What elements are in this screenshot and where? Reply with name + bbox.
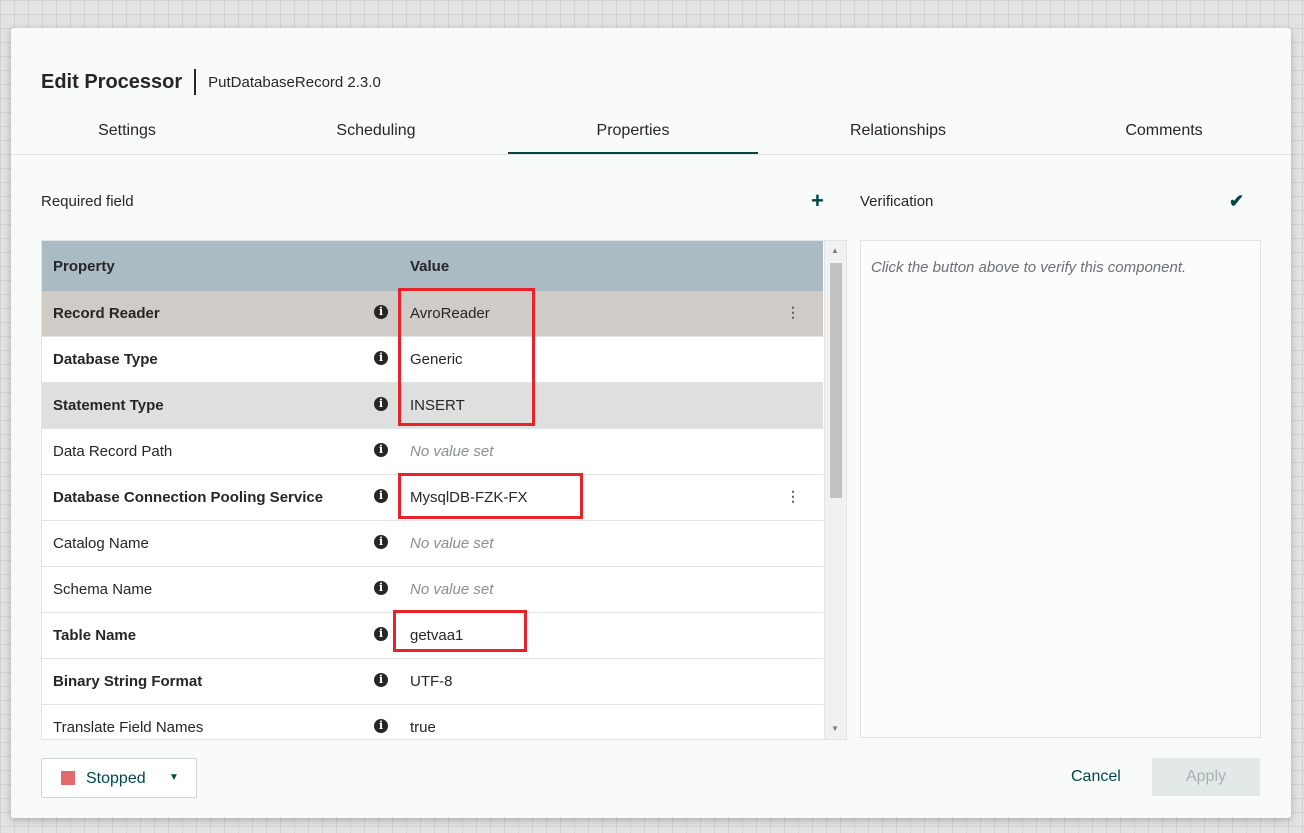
property-name: Database Connection Pooling Service [53, 489, 324, 506]
property-name: Translate Field Names [53, 719, 204, 736]
property-name: Catalog Name [53, 535, 149, 552]
property-value[interactable]: Generic [410, 351, 463, 368]
property-name: Table Name [53, 627, 137, 644]
cancel-button[interactable]: Cancel [1071, 768, 1121, 786]
scroll-up-arrow-icon[interactable]: ▲ [831, 246, 839, 255]
scrollbar-thumb[interactable] [830, 263, 842, 498]
table-row[interactable]: Database Type i Generic [42, 337, 823, 383]
table-row[interactable]: Record Reader i AvroReader ⋮ [42, 291, 823, 337]
info-icon[interactable]: i [374, 489, 388, 503]
scroll-down-arrow-icon[interactable]: ▼ [831, 724, 839, 733]
tab-scheduling[interactable]: Scheduling [313, 118, 439, 154]
verification-title: Verification [860, 193, 934, 210]
property-value[interactable]: No value set [410, 581, 493, 598]
property-column-header: Property [53, 258, 115, 275]
table-row[interactable]: Schema Name i No value set [42, 567, 823, 613]
info-icon[interactable]: i [374, 351, 388, 365]
info-icon[interactable]: i [374, 719, 388, 733]
info-icon[interactable]: i [374, 443, 388, 457]
property-value[interactable]: No value set [410, 443, 493, 460]
tab-properties[interactable]: Properties [508, 118, 758, 154]
plus-icon[interactable]: + [811, 190, 824, 212]
property-value[interactable]: No value set [410, 535, 493, 552]
title-separator [194, 69, 197, 95]
info-icon[interactable]: i [374, 535, 388, 549]
processor-type: PutDatabaseRecord 2.3.0 [208, 73, 381, 91]
property-value[interactable]: getvaa1 [410, 627, 463, 644]
property-value[interactable]: AvroReader [410, 305, 490, 322]
checkmark-icon[interactable]: ✔ [1229, 191, 1244, 212]
table-row[interactable]: Statement Type i INSERT [42, 383, 823, 429]
info-icon[interactable]: i [374, 673, 388, 687]
property-name: Data Record Path [53, 443, 173, 460]
info-icon[interactable]: i [374, 397, 388, 411]
status-label: Stopped [86, 770, 146, 787]
required-field-label: Required field [41, 193, 134, 210]
table-scrollbar[interactable]: ▲ ▼ [824, 241, 846, 739]
verification-panel: Click the button above to verify this co… [860, 240, 1261, 738]
apply-button[interactable]: Apply [1152, 758, 1260, 796]
info-icon[interactable]: i [374, 627, 388, 641]
property-value[interactable]: true [410, 719, 436, 736]
table-header: Property Value [42, 241, 823, 291]
tab-bar: Settings Scheduling Properties Relations… [11, 118, 1291, 155]
edit-processor-dialog: Edit Processor PutDatabaseRecord 2.3.0 S… [11, 28, 1291, 818]
properties-table: Property Value Record Reader i AvroReade… [41, 240, 847, 740]
table-row[interactable]: Catalog Name i No value set [42, 521, 823, 567]
dialog-title: Edit Processor [41, 70, 183, 93]
table-row[interactable]: Translate Field Names i true [42, 705, 823, 739]
property-name: Database Type [53, 351, 158, 368]
table-row[interactable]: Table Name i getvaa1 [42, 613, 823, 659]
property-value[interactable]: INSERT [410, 397, 465, 414]
kebab-menu-icon[interactable]: ⋮ [786, 304, 800, 320]
property-name: Binary String Format [53, 673, 203, 690]
kebab-menu-icon[interactable]: ⋮ [786, 488, 800, 504]
tab-settings[interactable]: Settings [67, 118, 187, 154]
info-icon[interactable]: i [374, 305, 388, 319]
dialog-header: Edit Processor PutDatabaseRecord 2.3.0 [41, 68, 381, 96]
run-status-dropdown[interactable]: Stopped ▼ [41, 758, 197, 798]
property-name: Schema Name [53, 581, 153, 598]
table-row[interactable]: Data Record Path i No value set [42, 429, 823, 475]
verification-message: Click the button above to verify this co… [871, 259, 1187, 276]
tab-comments[interactable]: Comments [1103, 118, 1225, 154]
table-row[interactable]: Binary String Format i UTF-8 [42, 659, 823, 705]
caret-down-icon: ▼ [169, 772, 179, 783]
property-name: Record Reader [53, 305, 160, 322]
table-row[interactable]: Database Connection Pooling Service i My… [42, 475, 823, 521]
property-name: Statement Type [53, 397, 164, 414]
info-icon[interactable]: i [374, 581, 388, 595]
tab-relationships[interactable]: Relationships [828, 118, 968, 154]
stopped-icon [61, 771, 75, 785]
property-value[interactable]: UTF-8 [410, 673, 453, 690]
property-value[interactable]: MysqlDB-FZK-FX [410, 489, 528, 506]
value-column-header: Value [410, 258, 450, 275]
